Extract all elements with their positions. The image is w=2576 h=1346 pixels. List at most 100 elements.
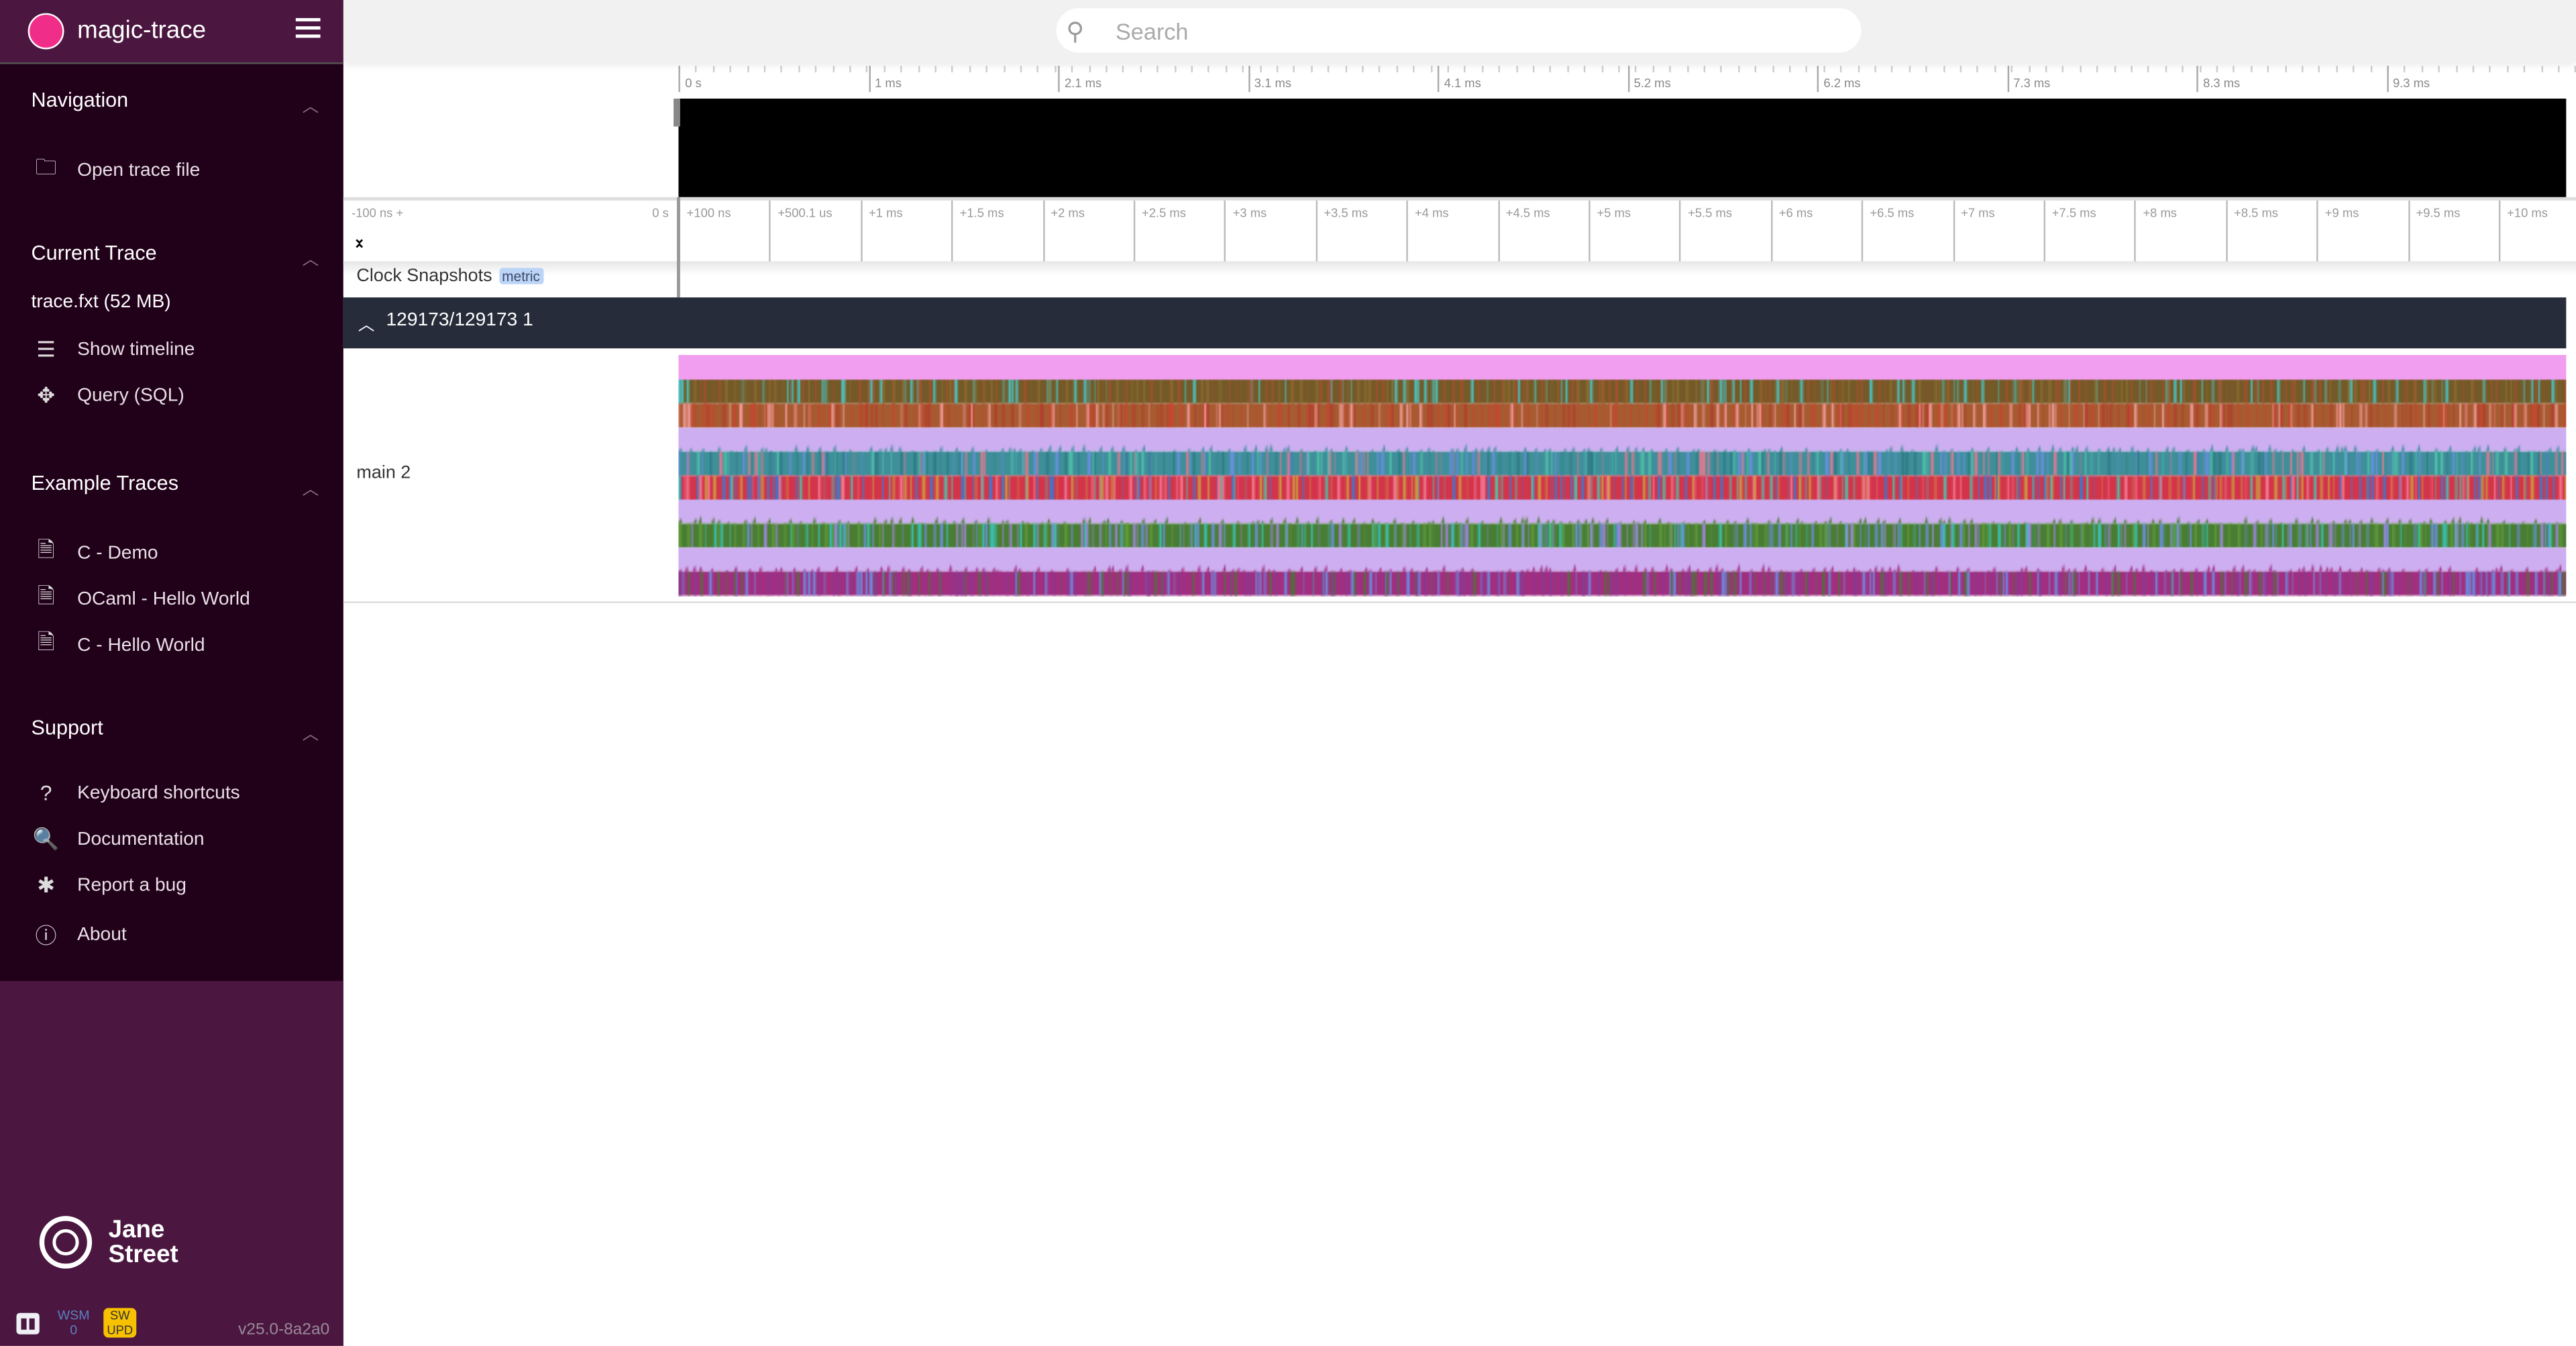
minor-tick: [951, 65, 954, 72]
minor-tick: [2472, 65, 2475, 72]
item-label: Report a bug: [77, 876, 186, 896]
minor-tick: [1344, 65, 1347, 72]
sidebar-item-report-bug[interactable]: ✱ Report a bug: [32, 872, 186, 898]
minor-tick: [1977, 65, 1979, 72]
sidebar-item-c-demo[interactable]: 🗎 C - Demo: [32, 535, 158, 572]
folder-icon: 🗀: [35, 154, 57, 179]
minor-tick: [1891, 65, 1894, 72]
minor-tick: [985, 65, 988, 72]
minor-tick: [1754, 65, 1757, 72]
process-group-header[interactable]: ︿ 129173/129173 1: [343, 297, 2567, 349]
sidebar-item-documentation[interactable]: 🔍 Documentation: [32, 827, 205, 853]
chevron-up-icon[interactable]: ︿: [303, 720, 319, 744]
axis-tick-label: +5.5 ms: [1679, 200, 1732, 265]
minor-tick: [1737, 65, 1739, 72]
overview-tick-label: 8.3 ms: [2196, 65, 2240, 93]
sidebar-item-show-timeline[interactable]: ☰ Show timeline: [32, 337, 195, 363]
item-label: Open trace file: [77, 161, 201, 181]
overview-tick-label: 4.1 ms: [1437, 65, 1481, 93]
sw-line1: SW: [109, 1308, 130, 1323]
minor-tick: [1806, 65, 1808, 72]
minor-tick: [1191, 65, 1193, 72]
minor-tick: [1994, 65, 1996, 72]
overview-drag-handle[interactable]: [674, 98, 680, 127]
topbar: ⚲: [343, 0, 2576, 63]
minor-tick: [1054, 65, 1057, 72]
chevron-up-icon[interactable]: ︿: [358, 311, 374, 335]
sidebar-footer: Jane Street ▮▮ WSM 0 SW UPD v25.0-8a2a0: [0, 981, 343, 1346]
axis-tick-label: +3.5 ms: [1316, 200, 1368, 265]
minor-tick: [2335, 65, 2338, 72]
sidebar-item-ocaml-hello-world[interactable]: 🗎 OCaml - Hello World: [32, 582, 250, 618]
file-icon: 🗎: [37, 629, 55, 654]
panel-divider[interactable]: [676, 197, 680, 298]
collapse-expand-all-icon[interactable]: ⌄ ⌃: [354, 231, 366, 257]
item-label: Show timeline: [77, 340, 195, 360]
minor-tick: [2131, 65, 2133, 72]
app-title: magic-trace: [77, 16, 207, 45]
wsm-label: WSM: [57, 1308, 90, 1323]
search-icon: ⚲: [1066, 17, 1085, 46]
minor-tick: [2079, 65, 2082, 72]
minor-tick: [1601, 65, 1603, 72]
minor-tick: [1498, 65, 1501, 72]
chevron-up-icon[interactable]: ︿: [303, 245, 319, 270]
minor-tick: [1515, 65, 1517, 72]
minor-tick: [1925, 65, 1928, 72]
item-label: About: [77, 924, 127, 944]
minor-tick: [2540, 65, 2543, 72]
version-label: v25.0-8a2a0: [238, 1321, 330, 1339]
flame-chart-canvas[interactable]: [678, 354, 2567, 597]
sw-update-badge[interactable]: SW UPD: [103, 1308, 137, 1338]
timeline-area: 0 s 1 ms 2.1 ms 3.1 ms 4.1 ms 5.2 ms 6.2 ms 7.3…: [343, 62, 2576, 1346]
section-example-traces-title[interactable]: Example Traces: [32, 472, 178, 495]
stats-chart-icon[interactable]: ▮▮: [16, 1312, 40, 1335]
info-icon: ⓘ: [35, 923, 57, 949]
minor-tick: [1721, 65, 1723, 72]
axis-tick-label: +2.5 ms: [1133, 200, 1186, 265]
hamburger-menu-icon[interactable]: [295, 17, 321, 43]
axis-tick-label: +5 ms: [1589, 200, 1631, 265]
minor-tick: [1788, 65, 1791, 72]
overview-tick-label: 5.2 ms: [1627, 65, 1671, 93]
section-support-title[interactable]: Support: [32, 717, 103, 739]
item-label: C - Demo: [77, 543, 158, 564]
overview-minimap[interactable]: [678, 98, 2567, 197]
wsm-status: WSM 0: [58, 1308, 90, 1337]
thread-track-label: main 2: [356, 463, 411, 484]
overview-tick-label: 2.1 ms: [1058, 65, 1102, 93]
sidebar-item-c-hello-world[interactable]: 🗎 C - Hello World: [32, 628, 205, 664]
minor-tick: [1174, 65, 1176, 72]
jane-street-logo-icon: [39, 1216, 93, 1269]
axis-offset-label: -100 ns +: [352, 205, 404, 221]
brand-line1: Jane: [108, 1216, 165, 1244]
axis-tick-label: +6 ms: [1770, 200, 1813, 265]
minor-tick: [1362, 65, 1364, 72]
minor-tick: [781, 65, 783, 72]
minor-tick: [2558, 65, 2560, 72]
chevron-up-icon[interactable]: ︿: [303, 475, 319, 500]
metric-badge: metric: [498, 268, 543, 284]
axis-tick-label: +8 ms: [2135, 200, 2177, 265]
query-icon: ✥: [37, 382, 55, 408]
minor-tick: [2250, 65, 2253, 72]
minor-tick: [1208, 65, 1210, 72]
section-navigation-title[interactable]: Navigation: [32, 89, 129, 111]
minor-tick: [1157, 65, 1159, 72]
axis-tick-label: +6.5 ms: [1862, 200, 1914, 265]
minor-tick: [849, 65, 851, 72]
sidebar-item-about[interactable]: ⓘ About: [32, 919, 127, 950]
minor-tick: [747, 65, 749, 72]
minor-tick: [1703, 65, 1706, 72]
file-icon: 🗎: [37, 537, 55, 562]
sidebar-item-query-sql[interactable]: ✥ Query (SQL): [32, 383, 184, 409]
chevron-up-icon[interactable]: ︿: [303, 92, 319, 117]
search-input[interactable]: [1112, 15, 1776, 46]
trace-file-name: trace.fxt (52 MB): [31, 292, 171, 313]
brand-line2: Street: [108, 1240, 178, 1269]
sidebar-item-open-trace-file[interactable]: 🗀 Open trace file: [32, 153, 201, 189]
sidebar-item-keyboard-shortcuts[interactable]: ? Keyboard shortcuts: [32, 780, 240, 805]
search-box[interactable]: ⚲: [1056, 8, 1862, 53]
axis-tick-label: +10 ms: [2498, 200, 2548, 265]
section-current-trace-title[interactable]: Current Trace: [32, 242, 157, 264]
